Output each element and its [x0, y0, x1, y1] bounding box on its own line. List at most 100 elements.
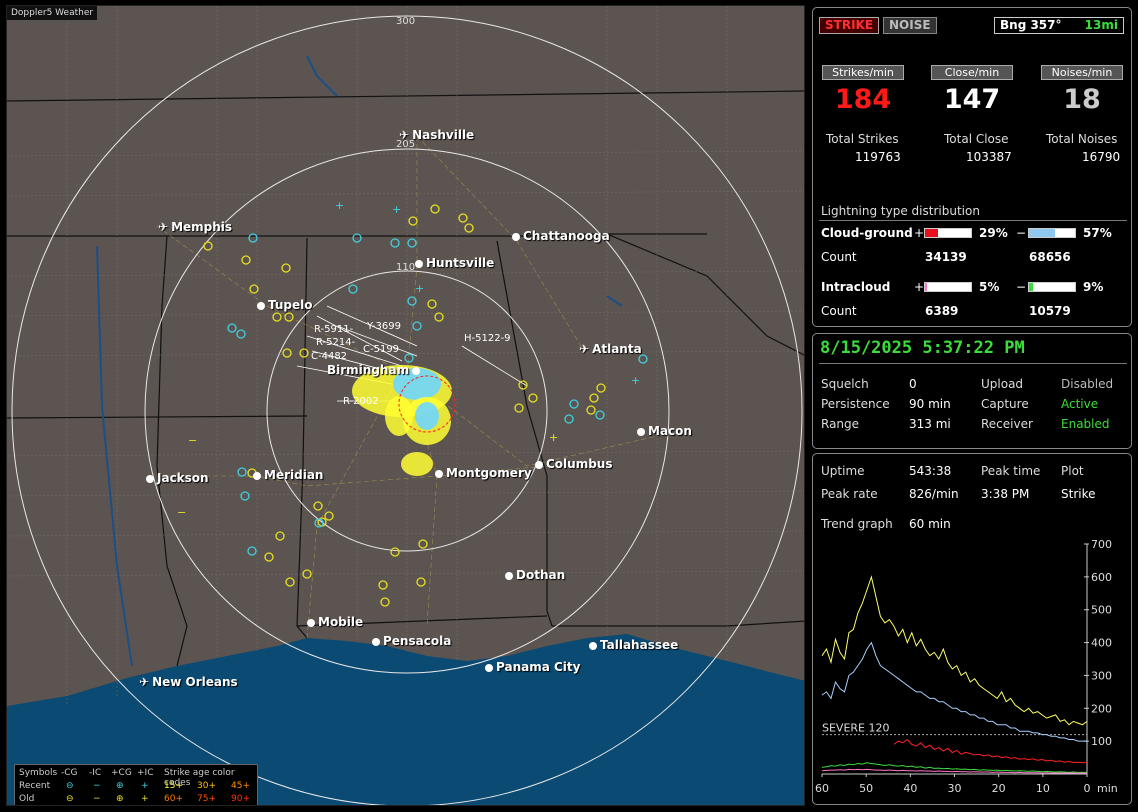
ic-plus-sign: + [914, 280, 925, 294]
noises-min-label: Noises/min [1041, 65, 1123, 80]
trend-series-line-3 [821, 762, 1087, 773]
trend-graph-label: Trend graph [821, 517, 893, 531]
ring-label-110: 110 [396, 262, 416, 273]
city-huntsville[interactable]: Huntsville [415, 256, 494, 270]
status-divider [819, 363, 1127, 364]
age-code-15: 15+ [164, 781, 183, 791]
distance-value: 13mi [1084, 18, 1118, 32]
trend-graph-value[interactable]: 60 min [909, 517, 951, 531]
city-columbus[interactable]: Columbus [535, 457, 613, 471]
strike-cluster [352, 365, 456, 476]
neg-ic-old-icon: − [93, 794, 101, 804]
city-new-orleans[interactable]: ✈ New Orleans [139, 675, 238, 689]
ic-negative-count: 10579 [1029, 304, 1071, 318]
strikes-min-value: 184 [834, 84, 892, 115]
trend-series-line-2 [893, 738, 1088, 764]
neg-cg-old-icon: ⊖ [66, 794, 74, 804]
squelch-value[interactable]: 0 [909, 377, 917, 391]
clock-datetime: 8/15/2025 5:37:22 PM [820, 338, 1025, 358]
storm-cell-label[interactable]: R-5214- [316, 337, 355, 348]
city-jackson[interactable]: Jackson [146, 471, 209, 485]
cg-positive-bar [924, 228, 972, 238]
age-code-30: 30+ [197, 781, 216, 791]
city-panama-city[interactable]: Panama City [485, 660, 580, 674]
legend-neg-ic-label: -IC [89, 768, 102, 778]
city-montgomery[interactable]: Montgomery [435, 466, 532, 480]
city-dot-icon [589, 642, 597, 650]
x-tick-label: 60 [815, 782, 829, 795]
city-atlanta[interactable]: ✈ Atlanta [579, 342, 642, 356]
city-birmingham[interactable]: Birmingham [327, 363, 423, 377]
city-tupelo[interactable]: Tupelo [257, 298, 313, 312]
intracloud-label: Intracloud [821, 280, 891, 294]
uptime-value: 543:38 [909, 464, 952, 478]
cg-plus-sign: + [914, 226, 925, 240]
city-nashville[interactable]: ✈ Nashville [399, 128, 474, 142]
airport-icon: ✈ [139, 675, 150, 689]
peak-time-value: 3:38 PM [981, 487, 1030, 501]
range-label: Range [821, 417, 860, 431]
storm-cell-label[interactable]: C-4482 [311, 351, 347, 362]
y-tick-label: 100 [1091, 735, 1112, 748]
x-tick-label: 20 [992, 782, 1006, 795]
lightning-map[interactable]: Doppler5 Weather + + + + − + − 300 205 1… [6, 5, 805, 806]
storm-cell-label[interactable]: H-5122-9 [464, 333, 511, 344]
total-noises-value: 16790 [1082, 150, 1121, 164]
city-dot-icon [372, 638, 380, 646]
noise-mode-button[interactable]: NOISE [883, 17, 937, 34]
storm-cell-label[interactable]: C-5199 [363, 344, 399, 355]
peak-rate-value: 826/min [909, 487, 959, 501]
cg-count-label: Count [821, 250, 857, 264]
bearing-value: Bng 357° [1000, 18, 1062, 32]
close-min-value: 147 [943, 84, 1001, 115]
strike-mode-button[interactable]: STRIKE [819, 17, 880, 34]
city-chattanooga[interactable]: Chattanooga [512, 229, 610, 243]
x-tick-label: 0 [1084, 782, 1091, 795]
range-value[interactable]: 313 mi [909, 417, 951, 431]
squelch-label: Squelch [821, 377, 869, 391]
storm-cell-label[interactable]: Y-3699 [367, 321, 401, 332]
storm-cell-label[interactable]: R-5911- [314, 324, 353, 335]
city-macon[interactable]: Macon [637, 424, 692, 438]
age-code-45: 45+ [231, 781, 250, 791]
city-meridian[interactable]: Meridian [253, 468, 323, 482]
legend-recent-label: Recent [19, 781, 51, 791]
receiver-value[interactable]: Enabled [1061, 417, 1110, 431]
peak-rate-label: Peak rate [821, 487, 878, 501]
capture-value[interactable]: Active [1061, 397, 1098, 411]
cg-positive-pct: 29% [979, 226, 1008, 240]
city-dot-icon [307, 619, 315, 627]
legend-neg-cg-label: -CG [61, 768, 78, 778]
storm-cell-label[interactable]: R-2002 [343, 396, 379, 407]
ic-negative-bar [1028, 282, 1076, 292]
svg-text:+: + [335, 199, 344, 212]
city-mobile[interactable]: Mobile [307, 615, 363, 629]
city-dot-icon [253, 472, 261, 480]
cloud-ground-label: Cloud-ground [821, 226, 913, 240]
city-pensacola[interactable]: Pensacola [372, 634, 451, 648]
city-dot-icon [485, 664, 493, 672]
y-tick-label: 400 [1091, 637, 1112, 650]
city-dothan[interactable]: Dothan [505, 568, 565, 582]
bearing-readout: Bng 357° 13mi [994, 17, 1124, 34]
city-dot-icon [535, 461, 543, 469]
svg-text:+: + [549, 431, 558, 444]
svg-text:−: − [188, 434, 197, 447]
total-close-label: Total Close [944, 132, 1009, 146]
x-axis-label: min [1097, 782, 1118, 795]
uptime-label: Uptime [821, 464, 865, 478]
city-tallahassee[interactable]: Tallahassee [589, 638, 678, 652]
plot-value[interactable]: Strike [1061, 487, 1096, 501]
cg-negative-count: 68656 [1029, 250, 1071, 264]
ic-positive-pct: 5% [979, 280, 1000, 294]
ic-positive-count: 6389 [925, 304, 959, 318]
city-dot-icon [415, 260, 423, 268]
city-memphis[interactable]: ✈ Memphis [158, 220, 232, 234]
upload-value[interactable]: Disabled [1061, 377, 1113, 391]
persistence-value[interactable]: 90 min [909, 397, 951, 411]
total-strikes-label: Total Strikes [826, 132, 899, 146]
distribution-title: Lightning type distribution [821, 204, 980, 218]
svg-text:+: + [392, 203, 401, 216]
plot-label: Plot [1061, 464, 1084, 478]
x-tick-label: 40 [903, 782, 917, 795]
